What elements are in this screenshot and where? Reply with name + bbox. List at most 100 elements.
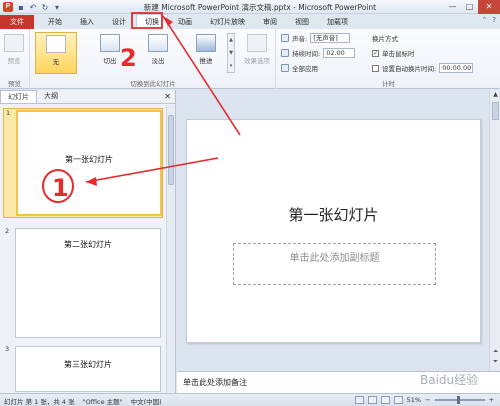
status-right: 51% − + [354, 396, 494, 404]
panel-close-icon[interactable]: ✕ [164, 92, 171, 101]
status-bar: 幻灯片 第 1 张，共 4 张 "Office 主题" 中文(中国) 51% −… [0, 393, 500, 406]
preview-group: 预览 预览 [0, 29, 30, 89]
duration-row: 持续时间: 02.00 [281, 48, 356, 58]
slide-thumbnail-1[interactable]: 1 第一张幻灯片 [3, 108, 163, 218]
tab-slide-show[interactable]: 幻灯片放映 [202, 15, 253, 29]
transition-push-icon [196, 34, 216, 52]
transition-group-label: 切换到此幻灯片 [130, 80, 176, 88]
tab-outline[interactable]: 大纲 [37, 90, 65, 103]
slides-panel: 幻灯片 大纲 ✕ 1 第一张幻灯片 2 第二张幻灯片 3 第三张幻灯片 [0, 90, 176, 396]
slide-sorter-icon[interactable] [367, 396, 377, 404]
zoom-out-icon[interactable]: − [425, 396, 430, 404]
title-bar: P ▪ ↶ ↻ ▾ 新建 Microsoft PowerPoint 演示文稿.p… [0, 0, 500, 14]
transition-cut-button[interactable]: 切出 [93, 32, 127, 74]
language[interactable]: 中文(中国) [131, 396, 162, 406]
redo-icon[interactable]: ↻ [40, 3, 50, 12]
transition-cut-icon [100, 34, 120, 52]
advance-slide-header: 换片方式 [372, 35, 398, 43]
transition-group: 无 切出 淡出 推进 ▲ ▼ ▾ 效果选项 切换到此幻灯片 [31, 29, 276, 89]
window-controls: — □ ✕ [444, 0, 500, 14]
slide-count: 幻灯片 第 1 张，共 4 张 [4, 398, 75, 406]
sound-icon [281, 34, 289, 42]
current-slide[interactable]: 第一张幻灯片 单击此处添加副标题 [186, 119, 481, 343]
scroll-prev-slide-icon[interactable]: ⏶ [490, 348, 500, 357]
clock-icon [281, 49, 289, 57]
slide-thumbnail-2[interactable]: 2 第二张幻灯片 [3, 227, 163, 339]
tab-design[interactable]: 设计 [104, 15, 134, 29]
quick-access-toolbar: ▪ ↶ ↻ ▾ [16, 1, 62, 13]
maximize-icon[interactable]: □ [461, 0, 478, 14]
slides-panel-tabs: 幻灯片 大纲 [0, 90, 176, 104]
slides-panel-scroll-thumb[interactable] [168, 115, 174, 185]
zoom-level[interactable]: 51% [407, 396, 421, 404]
tab-home[interactable]: 开始 [40, 15, 70, 29]
help-icon[interactable]: ? [492, 16, 496, 24]
slide-thumbnail-title: 第二张幻灯片 [15, 228, 161, 338]
on-click-option[interactable]: ✓ 单击鼠标时 [372, 48, 415, 58]
transition-gallery-scroll[interactable]: ▲ ▼ ▾ [227, 33, 235, 73]
gallery-down-icon[interactable]: ▼ [228, 47, 234, 60]
transition-fade-button[interactable]: 淡出 [141, 32, 175, 74]
normal-view-icon[interactable] [354, 396, 364, 404]
undo-icon[interactable]: ↶ [28, 3, 38, 12]
sound-row: 声音: [无声音] [281, 33, 351, 43]
reading-view-icon[interactable] [380, 396, 390, 404]
close-icon[interactable]: ✕ [478, 0, 500, 14]
auto-advance-option[interactable]: 设置自动换片时间: 00:00.00 [372, 63, 474, 73]
tab-animations[interactable]: 动画 [170, 15, 200, 29]
preview-button[interactable]: 预览 [0, 32, 30, 74]
qat-dropdown-icon[interactable]: ▾ [52, 3, 62, 12]
slide-thumbnail-title: 第一张幻灯片 [16, 110, 162, 216]
scroll-up-icon[interactable]: ▲ [490, 91, 500, 100]
status-left: 幻灯片 第 1 张，共 4 张 "Office 主题" 中文(中国) [4, 396, 162, 406]
sound-select[interactable]: [无声音] [310, 33, 351, 43]
gallery-more-icon[interactable]: ▾ [228, 60, 234, 73]
apply-all-button[interactable]: 全部应用 [281, 63, 318, 73]
tab-review[interactable]: 审阅 [255, 15, 285, 29]
save-icon[interactable]: ▪ [16, 3, 26, 12]
editor-scroll-thumb[interactable] [492, 102, 499, 120]
slide-show-icon[interactable] [393, 396, 403, 404]
tab-view[interactable]: 视图 [287, 15, 317, 29]
apply-all-icon [281, 64, 289, 72]
on-click-checkbox[interactable]: ✓ [372, 49, 379, 57]
ribbon-minimize-icon[interactable]: ⌃ [481, 16, 487, 24]
preview-icon [4, 34, 24, 52]
transition-fade-icon [148, 34, 168, 52]
tab-insert[interactable]: 插入 [72, 15, 102, 29]
effect-options-icon [247, 34, 267, 52]
subtitle-placeholder[interactable]: 单击此处添加副标题 [233, 243, 436, 285]
effect-options-button[interactable]: 效果选项 [239, 32, 275, 74]
transition-none-icon [46, 35, 66, 53]
powerpoint-app-icon[interactable]: P [3, 2, 13, 12]
transition-none-button[interactable]: 无 [35, 32, 77, 74]
scroll-next-slide-icon[interactable]: ⏷ [490, 358, 500, 367]
zoom-slider[interactable] [434, 396, 485, 404]
minimize-icon[interactable]: — [444, 0, 461, 14]
duration-input[interactable]: 02.00 [323, 48, 356, 58]
timing-group-label: 计时 [382, 80, 395, 88]
window-title: 新建 Microsoft PowerPoint 演示文稿.pptx - Micr… [143, 3, 377, 12]
slides-panel-scrollbar[interactable] [166, 105, 175, 395]
slide-thumbnail-3[interactable]: 3 第三张幻灯片 [3, 345, 163, 393]
notes-pane[interactable]: 单击此处添加备注 [177, 371, 500, 393]
auto-advance-time-input[interactable]: 00:00.00 [439, 63, 474, 73]
timing-group: 声音: [无声音] 持续时间: 02.00 全部应用 换片方式 ✓ 单击鼠标时 … [277, 29, 500, 89]
tab-addins[interactable]: 加载项 [319, 15, 356, 29]
ribbon-tab-bar: 文件 开始 插入 设计 切换 动画 幻灯片放映 审阅 视图 加载项 ⌃ ? [0, 14, 500, 29]
tab-transitions[interactable]: 切换 [136, 14, 168, 29]
slide-editor: 第一张幻灯片 单击此处添加副标题 [177, 90, 488, 370]
ribbon-transitions: 预览 预览 无 切出 淡出 推进 ▲ ▼ ▾ 效果选项 切换到此幻灯片 声音: … [0, 29, 500, 89]
theme-name: "Office 主题" [82, 398, 123, 406]
preview-group-label: 预览 [8, 80, 21, 88]
auto-advance-checkbox[interactable] [372, 64, 379, 72]
editor-scrollbar[interactable]: ▲ ⏶ ⏷ [489, 90, 500, 370]
slide-title[interactable]: 第一张幻灯片 [187, 204, 480, 225]
transition-push-button[interactable]: 推进 [189, 32, 223, 74]
tab-file[interactable]: 文件 [0, 15, 34, 29]
ribbon-right-controls: ⌃ ? [481, 16, 496, 24]
gallery-up-icon[interactable]: ▲ [228, 34, 234, 47]
tab-slides[interactable]: 幻灯片 [0, 90, 37, 103]
slide-thumbnail-title: 第三张幻灯片 [15, 346, 161, 392]
zoom-in-icon[interactable]: + [489, 396, 494, 404]
